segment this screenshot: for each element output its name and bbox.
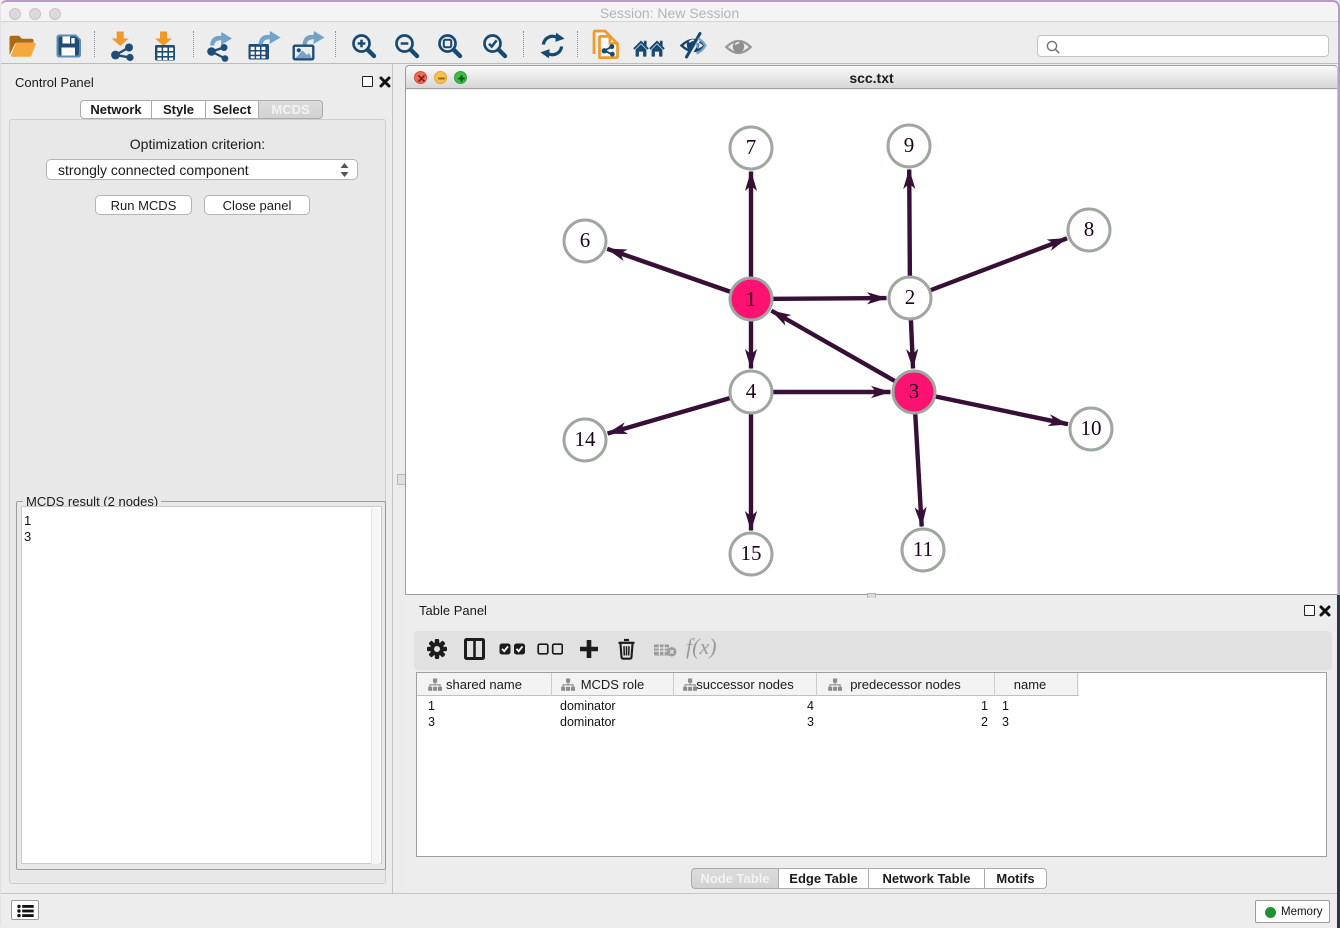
svg-text:11: 11: [913, 537, 933, 561]
svg-text:10: 10: [1081, 416, 1102, 440]
svg-text:3: 3: [909, 379, 920, 403]
svg-text:4: 4: [746, 379, 757, 403]
svg-text:7: 7: [746, 135, 757, 159]
svg-text:6: 6: [580, 228, 591, 252]
svg-text:1: 1: [746, 287, 757, 311]
svg-text:8: 8: [1084, 217, 1095, 241]
svg-text:9: 9: [904, 133, 915, 157]
svg-text:14: 14: [575, 427, 597, 451]
svg-text:15: 15: [741, 541, 762, 565]
svg-text:2: 2: [905, 285, 916, 309]
